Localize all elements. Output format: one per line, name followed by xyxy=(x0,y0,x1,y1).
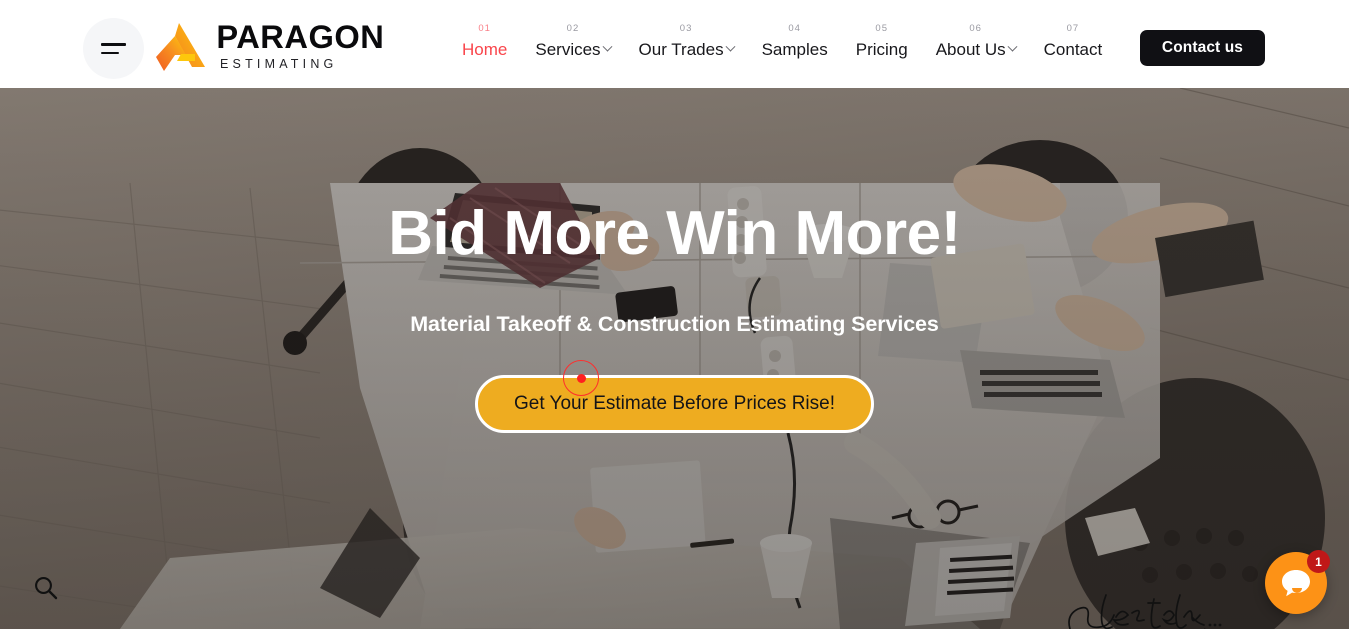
paragon-logo-mark-icon xyxy=(156,23,205,71)
main-navigation: 01 Home 02 Services 03 Our Trades 04 Sam… xyxy=(448,24,1116,59)
nav-number: 04 xyxy=(788,23,801,34)
nav-label: Home xyxy=(462,39,508,59)
click-indicator-icon xyxy=(563,360,599,396)
chat-widget[interactable]: 1 xyxy=(1265,550,1330,614)
nav-item-contact[interactable]: 07 Contact xyxy=(1030,24,1117,59)
chevron-down-icon xyxy=(1007,41,1018,52)
hero-section: Bid More Win More! Material Takeoff & Co… xyxy=(0,88,1349,629)
chevron-down-icon xyxy=(725,41,736,52)
hamburger-line-top xyxy=(101,42,126,46)
chat-unread-badge: 1 xyxy=(1307,550,1330,573)
hamburger-line-bottom xyxy=(101,51,119,55)
nav-item-samples[interactable]: 04 Samples xyxy=(748,24,842,59)
site-header: PARAGON ESTIMATING 01 Home 02 Services 0… xyxy=(0,0,1349,88)
hero-content: Bid More Win More! Material Takeoff & Co… xyxy=(0,88,1349,629)
nav-number: 03 xyxy=(679,23,693,34)
nav-item-our-trades[interactable]: 03 Our Trades xyxy=(625,24,748,59)
hero-cta-button[interactable]: Get Your Estimate Before Prices Rise! xyxy=(474,375,875,434)
nav-number: 02 xyxy=(566,23,580,34)
site-logo[interactable]: PARAGON ESTIMATING xyxy=(155,19,385,72)
nav-number: 05 xyxy=(875,23,888,34)
menu-toggle-button[interactable] xyxy=(83,18,144,79)
logo-subtitle: ESTIMATING xyxy=(220,57,338,72)
nav-label: Our Trades xyxy=(638,39,724,59)
logo-title: PARAGON xyxy=(216,19,385,56)
chevron-down-icon xyxy=(602,41,612,52)
nav-item-home[interactable]: 01 Home xyxy=(448,24,521,59)
hero-subheadline: Material Takeoff & Construction Estimati… xyxy=(410,312,939,337)
nav-label: Pricing xyxy=(855,39,908,59)
click-indicator-dot xyxy=(576,373,586,383)
nav-item-services[interactable]: 02 Services xyxy=(521,24,624,59)
nav-label: About Us xyxy=(935,39,1006,59)
nav-number: 07 xyxy=(1066,23,1080,34)
nav-label: Contact xyxy=(1043,39,1103,59)
nav-label: Samples xyxy=(761,39,828,59)
contact-us-button[interactable]: Contact us xyxy=(1139,30,1265,66)
nav-label: Services xyxy=(535,39,601,59)
nav-number: 01 xyxy=(478,23,491,34)
hero-headline: Bid More Win More! xyxy=(388,199,961,268)
nav-number: 06 xyxy=(969,23,982,34)
search-icon[interactable] xyxy=(32,574,60,602)
nav-item-about-us[interactable]: 06 About Us xyxy=(922,24,1030,59)
chat-bubble-icon xyxy=(1282,570,1310,597)
nav-item-pricing[interactable]: 05 Pricing xyxy=(842,24,922,59)
